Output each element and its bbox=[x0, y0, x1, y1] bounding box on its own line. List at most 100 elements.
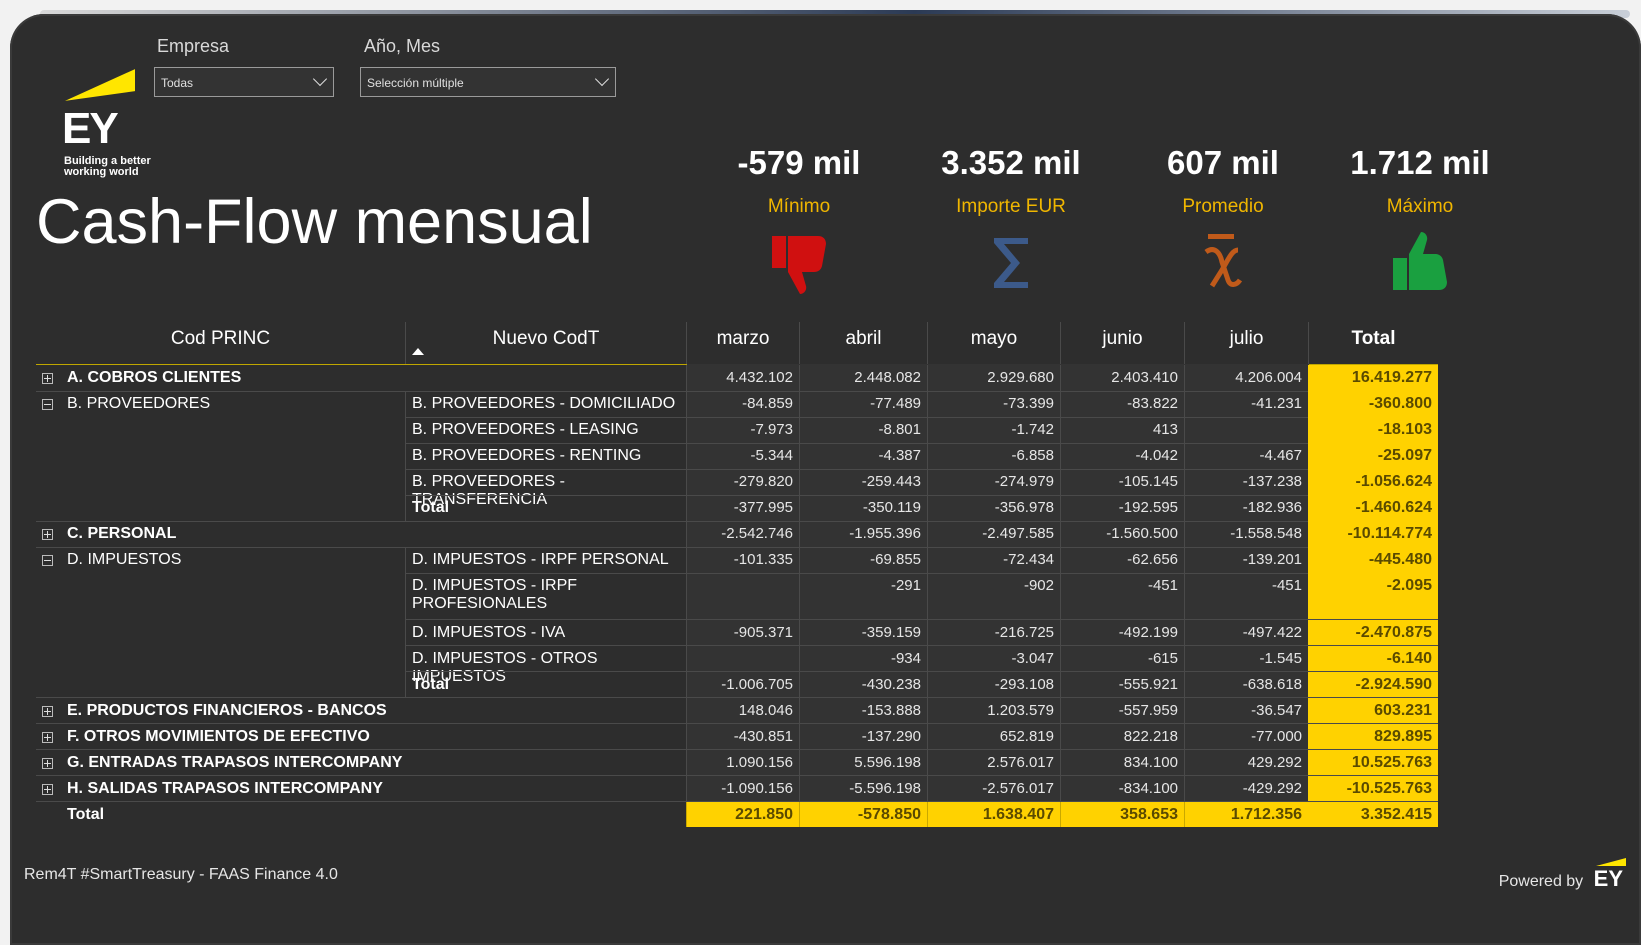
column-header-mayo[interactable]: mayo bbox=[927, 322, 1060, 364]
month-value-cell: -557.959 bbox=[1060, 697, 1184, 723]
row-total-cell: -1.460.624 bbox=[1308, 495, 1438, 521]
row-subcategory: B. PROVEEDORES - DOMICILIADO bbox=[405, 391, 686, 417]
row-category: F. OTROS MOVIMIENTOS DE EFECTIVO bbox=[67, 727, 370, 745]
month-value-cell: -430.238 bbox=[799, 671, 927, 697]
month-value-cell: -1.560.500 bbox=[1060, 521, 1184, 547]
anio-mes-dropdown-value: Selección múltiple bbox=[367, 76, 464, 90]
tagline-line-2: working world bbox=[64, 166, 139, 178]
month-value-cell: -1.955.396 bbox=[799, 521, 927, 547]
row-subcategory: B. PROVEEDORES - TRANSFERENCIA bbox=[405, 469, 686, 508]
month-value-cell bbox=[1184, 417, 1308, 443]
grand-total-cell: 3.352.415 bbox=[1308, 801, 1438, 827]
month-value-cell: -3.047 bbox=[927, 645, 1060, 671]
row-total-cell: -1.056.624 bbox=[1308, 469, 1438, 495]
powered-by: Powered by EY bbox=[1499, 866, 1623, 892]
empresa-dropdown[interactable]: Todas bbox=[154, 67, 334, 97]
column-header-marzo[interactable]: marzo bbox=[686, 322, 799, 364]
powered-by-text: Powered by bbox=[1498, 873, 1584, 890]
month-value-cell: -291 bbox=[799, 573, 927, 619]
month-value-cell: -36.547 bbox=[1184, 697, 1308, 723]
row-subcategory: D. IMPUESTOS - OTROS IMPUESTOS bbox=[405, 645, 686, 685]
expand-plus-icon[interactable] bbox=[42, 705, 53, 717]
column-header-julio[interactable]: julio bbox=[1184, 322, 1308, 364]
kpi-label: Mínimo bbox=[767, 196, 831, 217]
ey-logo: EY Building a better working world bbox=[62, 69, 162, 184]
row-total-cell: -360.800 bbox=[1308, 391, 1438, 417]
month-value-cell: -139.201 bbox=[1184, 547, 1308, 573]
month-value-cell: 2.576.017 bbox=[927, 749, 1060, 775]
expand-plus-icon[interactable] bbox=[42, 731, 53, 743]
month-value-cell: -497.422 bbox=[1184, 619, 1308, 645]
table-row: B. PROVEEDORES - LEASING -7.973 -8.801 -1.7… bbox=[36, 417, 1438, 443]
table-row: H. SALIDAS TRAPASOS INTERCOMPANY -1.090.1… bbox=[36, 775, 1438, 801]
grand-total-label: Total bbox=[67, 805, 105, 823]
collapse-minus-icon[interactable] bbox=[42, 555, 53, 566]
expand-plus-icon[interactable] bbox=[42, 757, 53, 769]
column-header-cod-princ[interactable]: Cod PRINC bbox=[36, 322, 405, 364]
month-value-cell: -902 bbox=[927, 573, 1060, 619]
collapse-minus-icon[interactable] bbox=[42, 399, 53, 410]
month-value-cell: -62.656 bbox=[1060, 547, 1184, 573]
month-value-cell: 413 bbox=[1060, 417, 1184, 443]
month-value-cell: -555.921 bbox=[1060, 671, 1184, 697]
row-total-cell: -10.525.763 bbox=[1308, 775, 1438, 801]
month-value-cell: -1.558.548 bbox=[1184, 521, 1308, 547]
row-total-cell: -25.097 bbox=[1308, 443, 1438, 469]
kpi-label: Promedio bbox=[1182, 196, 1264, 217]
kpi-value: 1.712 mil bbox=[1350, 144, 1490, 181]
month-value-cell: -615 bbox=[1060, 645, 1184, 671]
month-value-cell: -5.596.198 bbox=[799, 775, 927, 801]
month-value-cell: -84.859 bbox=[686, 391, 799, 417]
month-value-cell: 652.819 bbox=[927, 723, 1060, 749]
kpi-minimo: -579 mil Mínimo bbox=[689, 144, 909, 303]
month-value-cell: -153.888 bbox=[799, 697, 927, 723]
empresa-slicer-label: Empresa bbox=[157, 36, 230, 56]
month-value-cell: -359.159 bbox=[799, 619, 927, 645]
table-row: D. IMPUESTOS - IVA -905.371 -359.159 -216.7… bbox=[36, 619, 1438, 645]
row-category: H. SALIDAS TRAPASOS INTERCOMPANY bbox=[67, 779, 383, 797]
month-value-cell: -6.858 bbox=[927, 443, 1060, 469]
grand-total-month-cell: 1.712.356 bbox=[1184, 801, 1308, 827]
thumbs-down-icon bbox=[772, 236, 826, 294]
month-value-cell: -41.231 bbox=[1184, 391, 1308, 417]
anio-mes-dropdown[interactable]: Selección múltiple bbox=[360, 67, 616, 97]
column-header-junio[interactable]: junio bbox=[1060, 322, 1184, 364]
grand-total-month-cell: 1.638.407 bbox=[927, 801, 1060, 827]
month-value-cell: -429.292 bbox=[1184, 775, 1308, 801]
page-title: Cash-Flow mensual bbox=[36, 187, 593, 257]
ey-mini-logo: EY bbox=[1593, 866, 1623, 891]
expand-plus-icon[interactable] bbox=[42, 373, 53, 384]
table-row: D. IMPUESTOS - IRPF PROFESIONALES -291 -90… bbox=[36, 573, 1438, 619]
row-subcategory: Total bbox=[405, 495, 686, 521]
row-subcategory: D. IMPUESTOS - IRPF PERSONAL bbox=[405, 547, 686, 573]
kpi-value: -579 mil bbox=[737, 144, 861, 181]
month-value-cell: -259.443 bbox=[799, 469, 927, 495]
column-header-nuevo-codt[interactable]: Nuevo CodT bbox=[405, 322, 686, 364]
chevron-down-icon bbox=[594, 71, 610, 87]
row-category: G. ENTRADAS TRAPASOS INTERCOMPANY bbox=[67, 753, 403, 771]
month-value-cell: 429.292 bbox=[1184, 749, 1308, 775]
row-total-cell: -10.114.774 bbox=[1308, 521, 1438, 547]
month-value-cell: 2.448.082 bbox=[799, 365, 927, 391]
table-row: A. COBROS CLIENTES 4.432.102 2.448.082 2.92… bbox=[36, 365, 1438, 391]
table-row: C. PERSONAL -2.542.746 -1.955.396 -2.497.58… bbox=[36, 521, 1438, 547]
expand-plus-icon[interactable] bbox=[42, 529, 53, 540]
table-row: Total -1.006.705 -430.238 -293.108 -555.921-… bbox=[36, 671, 1438, 697]
anio-mes-slicer-label: Año, Mes bbox=[364, 36, 441, 56]
grand-total-month-cell: -578.850 bbox=[799, 801, 927, 827]
kpi-label: Importe EUR bbox=[956, 196, 1066, 217]
column-header-total[interactable]: Total bbox=[1308, 322, 1438, 364]
table-row: B. PROVEEDORES - RENTING -5.344 -4.387 -6.8… bbox=[36, 443, 1438, 469]
table-row: D. IMPUESTOS - OTROS IMPUESTOS -934 -3.047… bbox=[36, 645, 1438, 685]
ey-logo-text: EY bbox=[62, 104, 119, 153]
month-value-cell bbox=[686, 645, 799, 671]
month-value-cell: -137.290 bbox=[799, 723, 927, 749]
table-row: B. PROVEEDORES B. PROVEEDORES - DOMICILIA… bbox=[36, 391, 1438, 417]
month-value-cell: -377.995 bbox=[686, 495, 799, 521]
expand-plus-icon[interactable] bbox=[42, 783, 53, 795]
month-value-cell: -5.344 bbox=[686, 443, 799, 469]
row-category: C. PERSONAL bbox=[67, 525, 177, 542]
month-value-cell: 5.596.198 bbox=[799, 749, 927, 775]
month-value-cell: 822.218 bbox=[1060, 723, 1184, 749]
column-header-abril[interactable]: abril bbox=[799, 322, 927, 364]
